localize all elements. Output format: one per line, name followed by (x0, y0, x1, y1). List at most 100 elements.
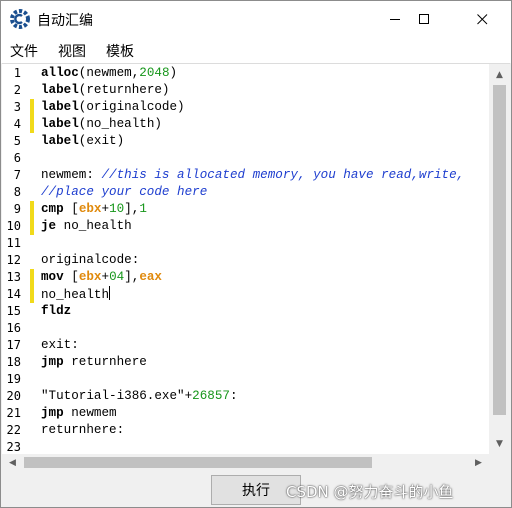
line-number: 21 (6, 406, 21, 420)
code-token: [ (63, 202, 79, 216)
code-token: ) (169, 66, 178, 80)
code-line[interactable]: label(exit) (41, 133, 124, 150)
code-token: returnhere: (41, 423, 125, 437)
code-token: (originalcode) (78, 100, 185, 114)
line-number: 16 (6, 321, 21, 335)
code-token: ebx (78, 270, 102, 284)
code-token: fldz (41, 304, 72, 318)
scroll-right-icon[interactable]: ▶ (468, 452, 489, 470)
code-editor[interactable]: 1 2 3 4 5 6 7 8 9 10 11 12 13 14 15 16 17 18 19 20 21 22 23 al… (2, 63, 510, 470)
maximize-button[interactable] (401, 1, 447, 37)
scrollbar-corner (489, 454, 510, 470)
code-line[interactable]: //place your code here (41, 184, 207, 201)
line-number: 6 (13, 151, 21, 165)
code-line[interactable]: "Tutorial-i386.exe"+26857: (41, 388, 238, 405)
code-token: ], (124, 270, 140, 284)
close-icon (476, 10, 488, 29)
code-token: + (101, 202, 110, 216)
code-line[interactable]: cmp [ebx+10],1 (41, 201, 147, 218)
scroll-left-icon[interactable]: ◀ (2, 452, 23, 470)
line-number: 9 (13, 202, 21, 216)
line-number: 22 (6, 423, 21, 437)
code-token: no_health (41, 288, 110, 302)
code-line[interactable]: label(originalcode) (41, 99, 185, 116)
changed-line-marker (30, 201, 34, 218)
code-token: //place your code here (41, 185, 208, 199)
code-token: (returnhere) (78, 83, 170, 97)
code-token: //this is allocated memory, you have rea… (101, 168, 465, 182)
code-token: [ (63, 270, 79, 284)
code-token: 26857 (192, 389, 230, 403)
code-line[interactable]: jmp returnhere (41, 354, 147, 371)
line-number: 10 (6, 219, 21, 233)
code-token: jmp (41, 406, 64, 420)
scroll-down-icon[interactable]: ▼ (489, 433, 510, 454)
code-line[interactable]: mov [ebx+04],eax (41, 269, 162, 286)
minimize-icon (389, 10, 401, 29)
code-token: (no_health) (78, 117, 162, 131)
code-token: + (101, 270, 110, 284)
line-number: 19 (6, 372, 21, 386)
code-token: eax (139, 270, 162, 284)
scroll-up-icon[interactable]: ▲ (489, 64, 510, 85)
code-line[interactable]: returnhere: (41, 422, 124, 439)
code-line[interactable]: jmp newmem (41, 405, 117, 422)
code-token: label (41, 134, 79, 148)
footer-bar: 执行 CSDN @努力奋斗的小鱼 (1, 470, 511, 507)
code-token: "Tutorial-i386.exe"+ (41, 389, 193, 403)
maximize-icon (418, 10, 430, 29)
changed-line-marker (30, 218, 34, 235)
code-token: alloc (41, 66, 79, 80)
line-number: 2 (13, 83, 21, 97)
code-token: : (229, 389, 238, 403)
line-number: 14 (6, 287, 21, 301)
code-token: label (41, 83, 79, 97)
line-number: 5 (13, 134, 21, 148)
code-token: exit: (41, 338, 79, 352)
code-line[interactable]: no_health (41, 286, 111, 303)
code-line[interactable]: alloc(newmem,2048) (41, 65, 177, 82)
code-token: 1 (139, 202, 147, 216)
line-number: 18 (6, 355, 21, 369)
title-bar[interactable]: 自动汇编 (1, 1, 511, 37)
line-number: 7 (13, 168, 21, 182)
code-token: label (41, 117, 79, 131)
horizontal-scrollbar[interactable]: ◀ ▶ (2, 454, 489, 470)
menu-view[interactable]: 视图 (58, 41, 86, 61)
menu-file[interactable]: 文件 (10, 41, 38, 61)
code-line[interactable]: fldz (41, 303, 71, 320)
changed-line-marker (30, 286, 34, 303)
code-token: jmp (41, 355, 64, 369)
changed-line-marker (30, 116, 34, 133)
code-token: newmem: (41, 168, 102, 182)
vertical-scroll-thumb[interactable] (493, 85, 506, 415)
line-number: 20 (6, 389, 21, 403)
code-token: newmem (63, 406, 117, 420)
code-token: (newmem, (78, 66, 140, 80)
code-token: mov (41, 270, 64, 284)
text-caret (109, 286, 111, 300)
vertical-scrollbar[interactable]: ▲ ▼ (489, 64, 510, 454)
cheat-engine-icon (10, 9, 30, 29)
code-token: 10 (109, 202, 125, 216)
menu-template[interactable]: 模板 (106, 41, 134, 61)
line-number-gutter: 1 2 3 4 5 6 7 8 9 10 11 12 13 14 15 16 17 18 19 20 21 22 23 (2, 64, 34, 454)
code-line[interactable]: je no_health (41, 218, 132, 235)
code-line[interactable]: originalcode: (41, 252, 139, 269)
code-token: 2048 (139, 66, 170, 80)
code-token: 04 (109, 270, 125, 284)
code-line[interactable]: label(no_health) (41, 116, 162, 133)
code-line[interactable]: newmem: //this is allocated memory, you … (41, 167, 464, 184)
line-number: 8 (13, 185, 21, 199)
close-button[interactable] (459, 1, 505, 37)
code-token: returnhere (63, 355, 147, 369)
code-line[interactable]: label(returnhere) (41, 82, 170, 99)
line-number: 11 (6, 236, 21, 250)
horizontal-scroll-thumb[interactable] (24, 457, 372, 468)
code-token: cmp (41, 202, 64, 216)
code-token: ], (124, 202, 140, 216)
line-number: 13 (6, 270, 21, 284)
line-number: 4 (13, 117, 21, 131)
line-number: 15 (6, 304, 21, 318)
code-line[interactable]: exit: (41, 337, 79, 354)
